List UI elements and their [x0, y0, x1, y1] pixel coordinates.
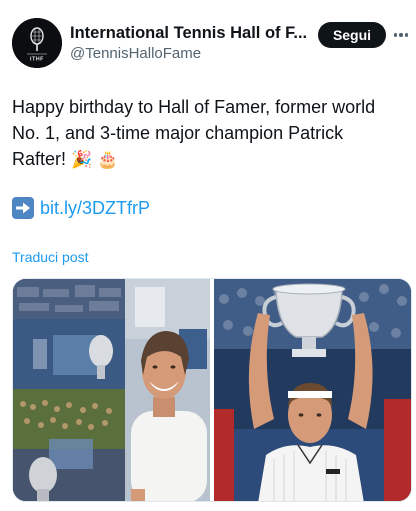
tweet-text: Happy birthday to Hall of Famer, former …: [12, 94, 406, 173]
account-name-block: International Tennis Hall of F... @Tenni…: [70, 23, 310, 64]
account-display-name[interactable]: International Tennis Hall of F...: [70, 23, 310, 43]
tweet-link[interactable]: bit.ly/3DZTfrP: [40, 198, 150, 219]
tweet-text-line-3: Rafter!: [12, 149, 67, 169]
rafter-trophy-photo: [214, 279, 411, 501]
follow-button[interactable]: Segui: [318, 22, 386, 48]
tweet-header: ITHF International Tennis Hall of F... @…: [12, 18, 409, 70]
dot: [399, 33, 403, 37]
account-handle[interactable]: @TennisHalloFame: [70, 44, 310, 64]
tweet-text-line-1: Happy birthday to Hall of Famer, former …: [12, 97, 376, 117]
translate-post-link[interactable]: Traduci post: [12, 249, 89, 265]
account-avatar[interactable]: ITHF: [12, 18, 62, 68]
ithf-logo-icon: ITHF: [12, 18, 62, 68]
media-photo-right[interactable]: [214, 279, 411, 501]
party-popper-icon: 🎉: [71, 150, 93, 170]
dot: [405, 33, 409, 37]
dot: [393, 33, 397, 37]
right-arrow-icon: [12, 197, 34, 219]
more-options-icon[interactable]: [390, 24, 412, 46]
tweet-media: [12, 278, 412, 502]
rafter-museum-photo: [13, 279, 210, 501]
avatar-text: ITHF: [30, 57, 44, 63]
birthday-cake-icon: 🎂: [97, 150, 119, 170]
tweet-text-line-2: No. 1, and 3-time major champion Patrick: [12, 123, 344, 143]
media-photo-left[interactable]: [13, 279, 210, 501]
link-line: bit.ly/3DZTfrP: [12, 195, 150, 221]
